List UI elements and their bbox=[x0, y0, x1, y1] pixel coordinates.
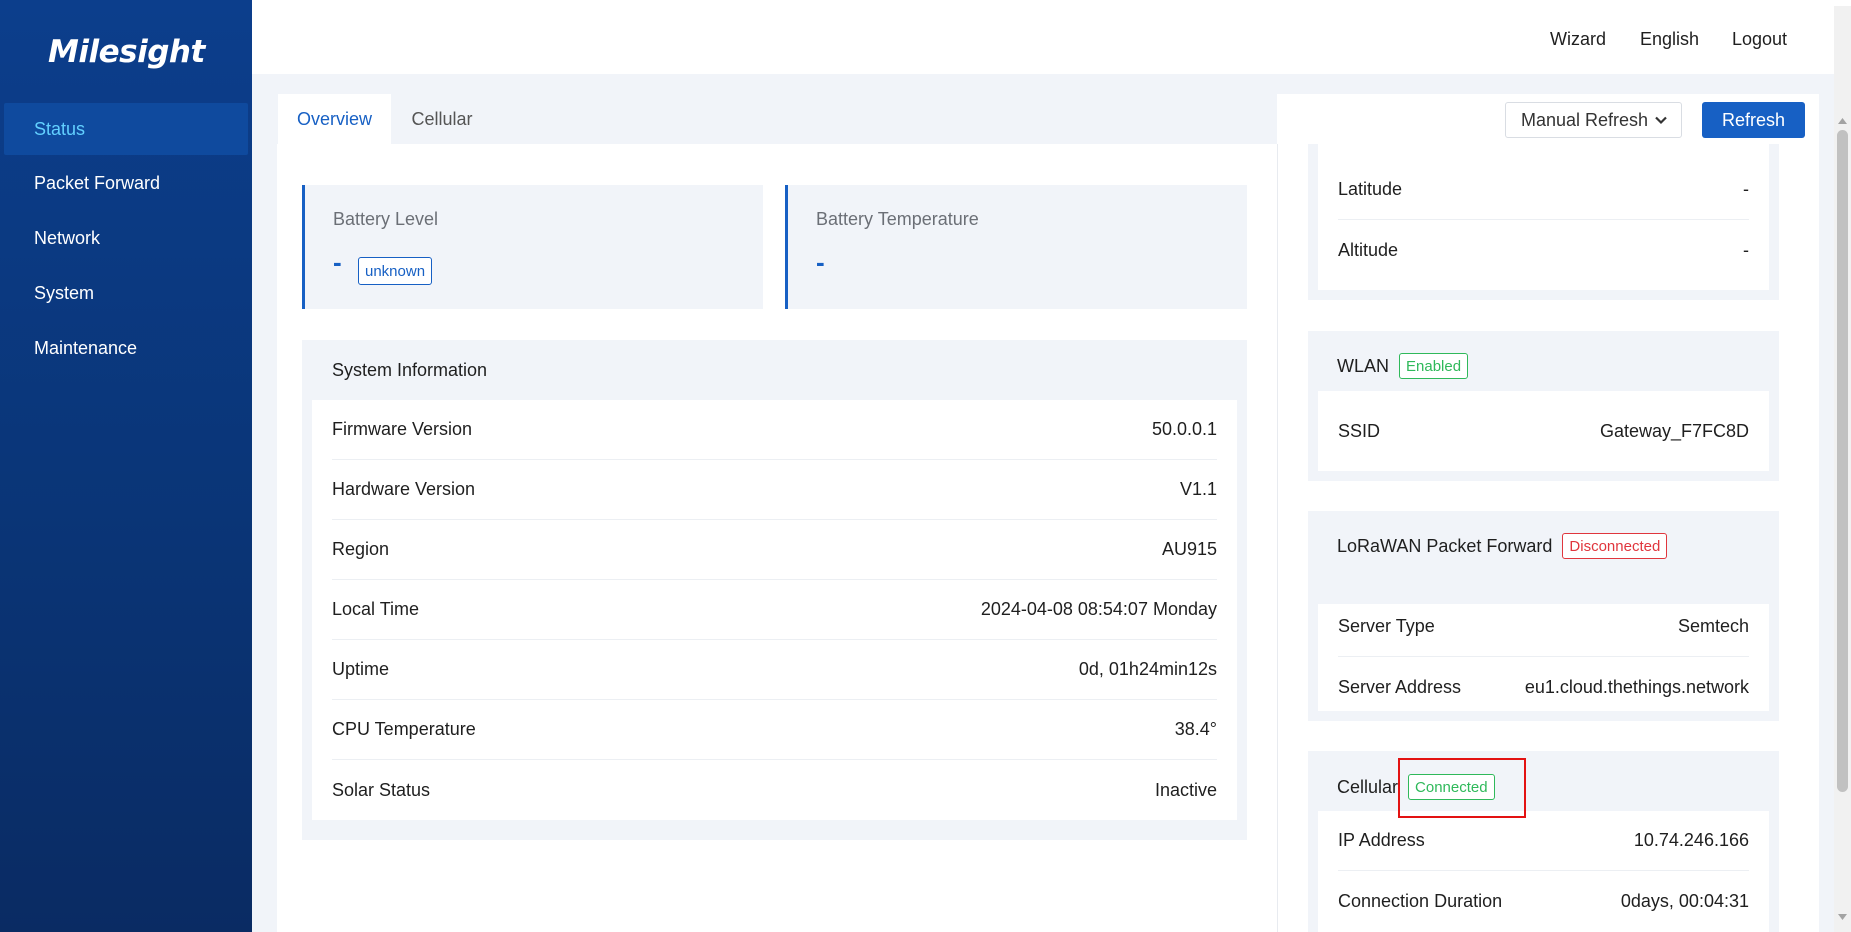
refresh-mode-select[interactable]: Manual Refresh bbox=[1505, 102, 1682, 138]
table-row: Firmware Version 50.0.0.1 bbox=[332, 400, 1217, 460]
row-value: Inactive bbox=[1154, 779, 1217, 800]
scroll-up-arrow-icon[interactable] bbox=[1837, 116, 1848, 126]
panel-title: LoRaWAN Packet Forward bbox=[1337, 535, 1553, 556]
system-information-body: Firmware Version 50.0.0.1 Hardware Versio… bbox=[312, 400, 1237, 820]
row-value: AU915 bbox=[1161, 539, 1217, 559]
row-label: Connection Duration bbox=[1338, 890, 1503, 911]
row-value: 2024-04-08 08:54:07 Monday bbox=[980, 599, 1217, 619]
location-body: Latitude - Altitude - bbox=[1318, 144, 1769, 290]
battery-temperature-card: Battery Temperature - bbox=[785, 185, 1247, 309]
cellular-panel: Cellular Connected IP Address 10.74.246.1… bbox=[1308, 751, 1779, 932]
row-value: V1.1 bbox=[1179, 479, 1217, 499]
column-divider bbox=[1277, 144, 1278, 932]
row-value: Gateway_F7FC8D bbox=[1599, 420, 1749, 441]
lorawan-body: Server Type Semtech Server Address eu1.clo… bbox=[1318, 604, 1769, 711]
lorawan-header: LoRaWAN Packet Forward Disconnected bbox=[1337, 533, 1668, 559]
row-label: CPU Temperature bbox=[332, 719, 476, 739]
chevron-down-icon bbox=[1655, 116, 1667, 125]
sidebar-item-status[interactable]: Status bbox=[4, 103, 248, 155]
language-selector[interactable]: English bbox=[1640, 29, 1699, 50]
row-value: eu1.cloud.thethings.network bbox=[1524, 676, 1749, 697]
table-row: Local Time 2024-04-08 08:54:07 Monday bbox=[332, 580, 1217, 640]
panel-title: WLAN bbox=[1337, 355, 1390, 376]
battery-level-label: Battery Level bbox=[333, 209, 439, 229]
status-badge: Enabled bbox=[1399, 353, 1469, 379]
battery-level-card: Battery Level - unknown bbox=[302, 185, 763, 309]
scroll-down-arrow-icon[interactable] bbox=[1837, 912, 1848, 922]
table-row: IP Address 10.74.246.166 bbox=[1338, 811, 1749, 871]
lorawan-panel: LoRaWAN Packet Forward Disconnected Serv… bbox=[1308, 511, 1779, 721]
page-scrollbar-thumb[interactable] bbox=[1837, 130, 1848, 792]
table-row: Altitude - bbox=[1338, 220, 1749, 280]
sidebar-item-system[interactable]: System bbox=[4, 267, 248, 319]
row-label: SSID bbox=[1338, 420, 1381, 441]
highlight-annotation-box bbox=[1398, 758, 1526, 818]
row-label: Region bbox=[332, 539, 390, 559]
row-label: Latitude bbox=[1338, 179, 1403, 199]
table-row: Hardware Version V1.1 bbox=[332, 460, 1217, 520]
logout-link[interactable]: Logout bbox=[1732, 29, 1787, 50]
table-row: CPU Temperature 38.4° bbox=[332, 700, 1217, 760]
row-value: - bbox=[1743, 179, 1749, 199]
wizard-link[interactable]: Wizard bbox=[1550, 29, 1606, 50]
wlan-header: WLAN Enabled bbox=[1337, 353, 1469, 379]
row-label: Local Time bbox=[332, 599, 420, 619]
sidebar-item-maintenance[interactable]: Maintenance bbox=[4, 322, 248, 374]
table-row: Solar Status Inactive bbox=[332, 760, 1217, 820]
milesight-logo[interactable]: Milesight bbox=[48, 30, 205, 74]
row-label: Altitude bbox=[1338, 239, 1399, 260]
table-row: Latitude - bbox=[1338, 160, 1749, 220]
sidebar-item-packet-forward[interactable]: Packet Forward bbox=[4, 157, 248, 209]
row-label: IP Address bbox=[1338, 830, 1425, 850]
battery-level-value: - bbox=[333, 247, 342, 277]
cellular-body: IP Address 10.74.246.166 Connection Durat… bbox=[1318, 811, 1769, 932]
row-value: 50.0.0.1 bbox=[1151, 419, 1217, 439]
panel-title: Cellular bbox=[1337, 776, 1399, 797]
tab-cellular[interactable]: Cellular bbox=[391, 94, 493, 144]
row-label: Firmware Version bbox=[332, 419, 473, 439]
panel-title: System Information bbox=[332, 360, 488, 380]
row-value: 0d, 01h24min12s bbox=[1078, 659, 1217, 679]
battery-temperature-label: Battery Temperature bbox=[816, 209, 979, 229]
table-row: SSID Gateway_F7FC8D bbox=[1338, 401, 1749, 461]
row-label: Solar Status bbox=[332, 779, 431, 800]
row-label: Uptime bbox=[332, 659, 390, 679]
row-label: Server Address bbox=[1338, 676, 1462, 697]
row-value: 38.4° bbox=[1174, 719, 1217, 739]
battery-temperature-value: - bbox=[816, 247, 825, 277]
row-value: - bbox=[1743, 239, 1749, 260]
refresh-mode-value: Manual Refresh bbox=[1521, 109, 1649, 130]
row-value: 0days, 00:04:31 bbox=[1620, 890, 1749, 911]
location-panel: Latitude - Altitude - bbox=[1308, 144, 1779, 300]
system-information-panel: System Information Firmware Version 50.0.… bbox=[302, 340, 1247, 840]
refresh-button[interactable]: Refresh bbox=[1702, 102, 1805, 138]
wlan-panel: WLAN Enabled SSID Gateway_F7FC8D bbox=[1308, 331, 1779, 481]
table-row: Server Type Semtech bbox=[1338, 597, 1749, 657]
tab-overview[interactable]: Overview bbox=[278, 94, 391, 144]
battery-status-badge: unknown bbox=[358, 257, 433, 285]
top-bar: Wizard English Logout bbox=[252, 6, 1834, 74]
table-row: Uptime 0d, 01h24min12s bbox=[332, 640, 1217, 700]
table-row: Server Address eu1.cloud.thethings.networ… bbox=[1338, 657, 1749, 717]
wlan-body: SSID Gateway_F7FC8D bbox=[1318, 391, 1769, 471]
row-label: Server Type bbox=[1338, 616, 1435, 636]
table-row: Connection Duration 0days, 00:04:31 bbox=[1338, 871, 1749, 931]
table-row: Region AU915 bbox=[332, 520, 1217, 580]
sidebar-item-network[interactable]: Network bbox=[4, 212, 248, 264]
row-value: 10.74.246.166 bbox=[1633, 830, 1749, 850]
sidebar: Milesight Status Packet Forward Network … bbox=[0, 0, 252, 932]
row-label: Hardware Version bbox=[332, 479, 476, 499]
row-value: Semtech bbox=[1677, 616, 1749, 636]
status-badge: Disconnected bbox=[1562, 533, 1668, 559]
